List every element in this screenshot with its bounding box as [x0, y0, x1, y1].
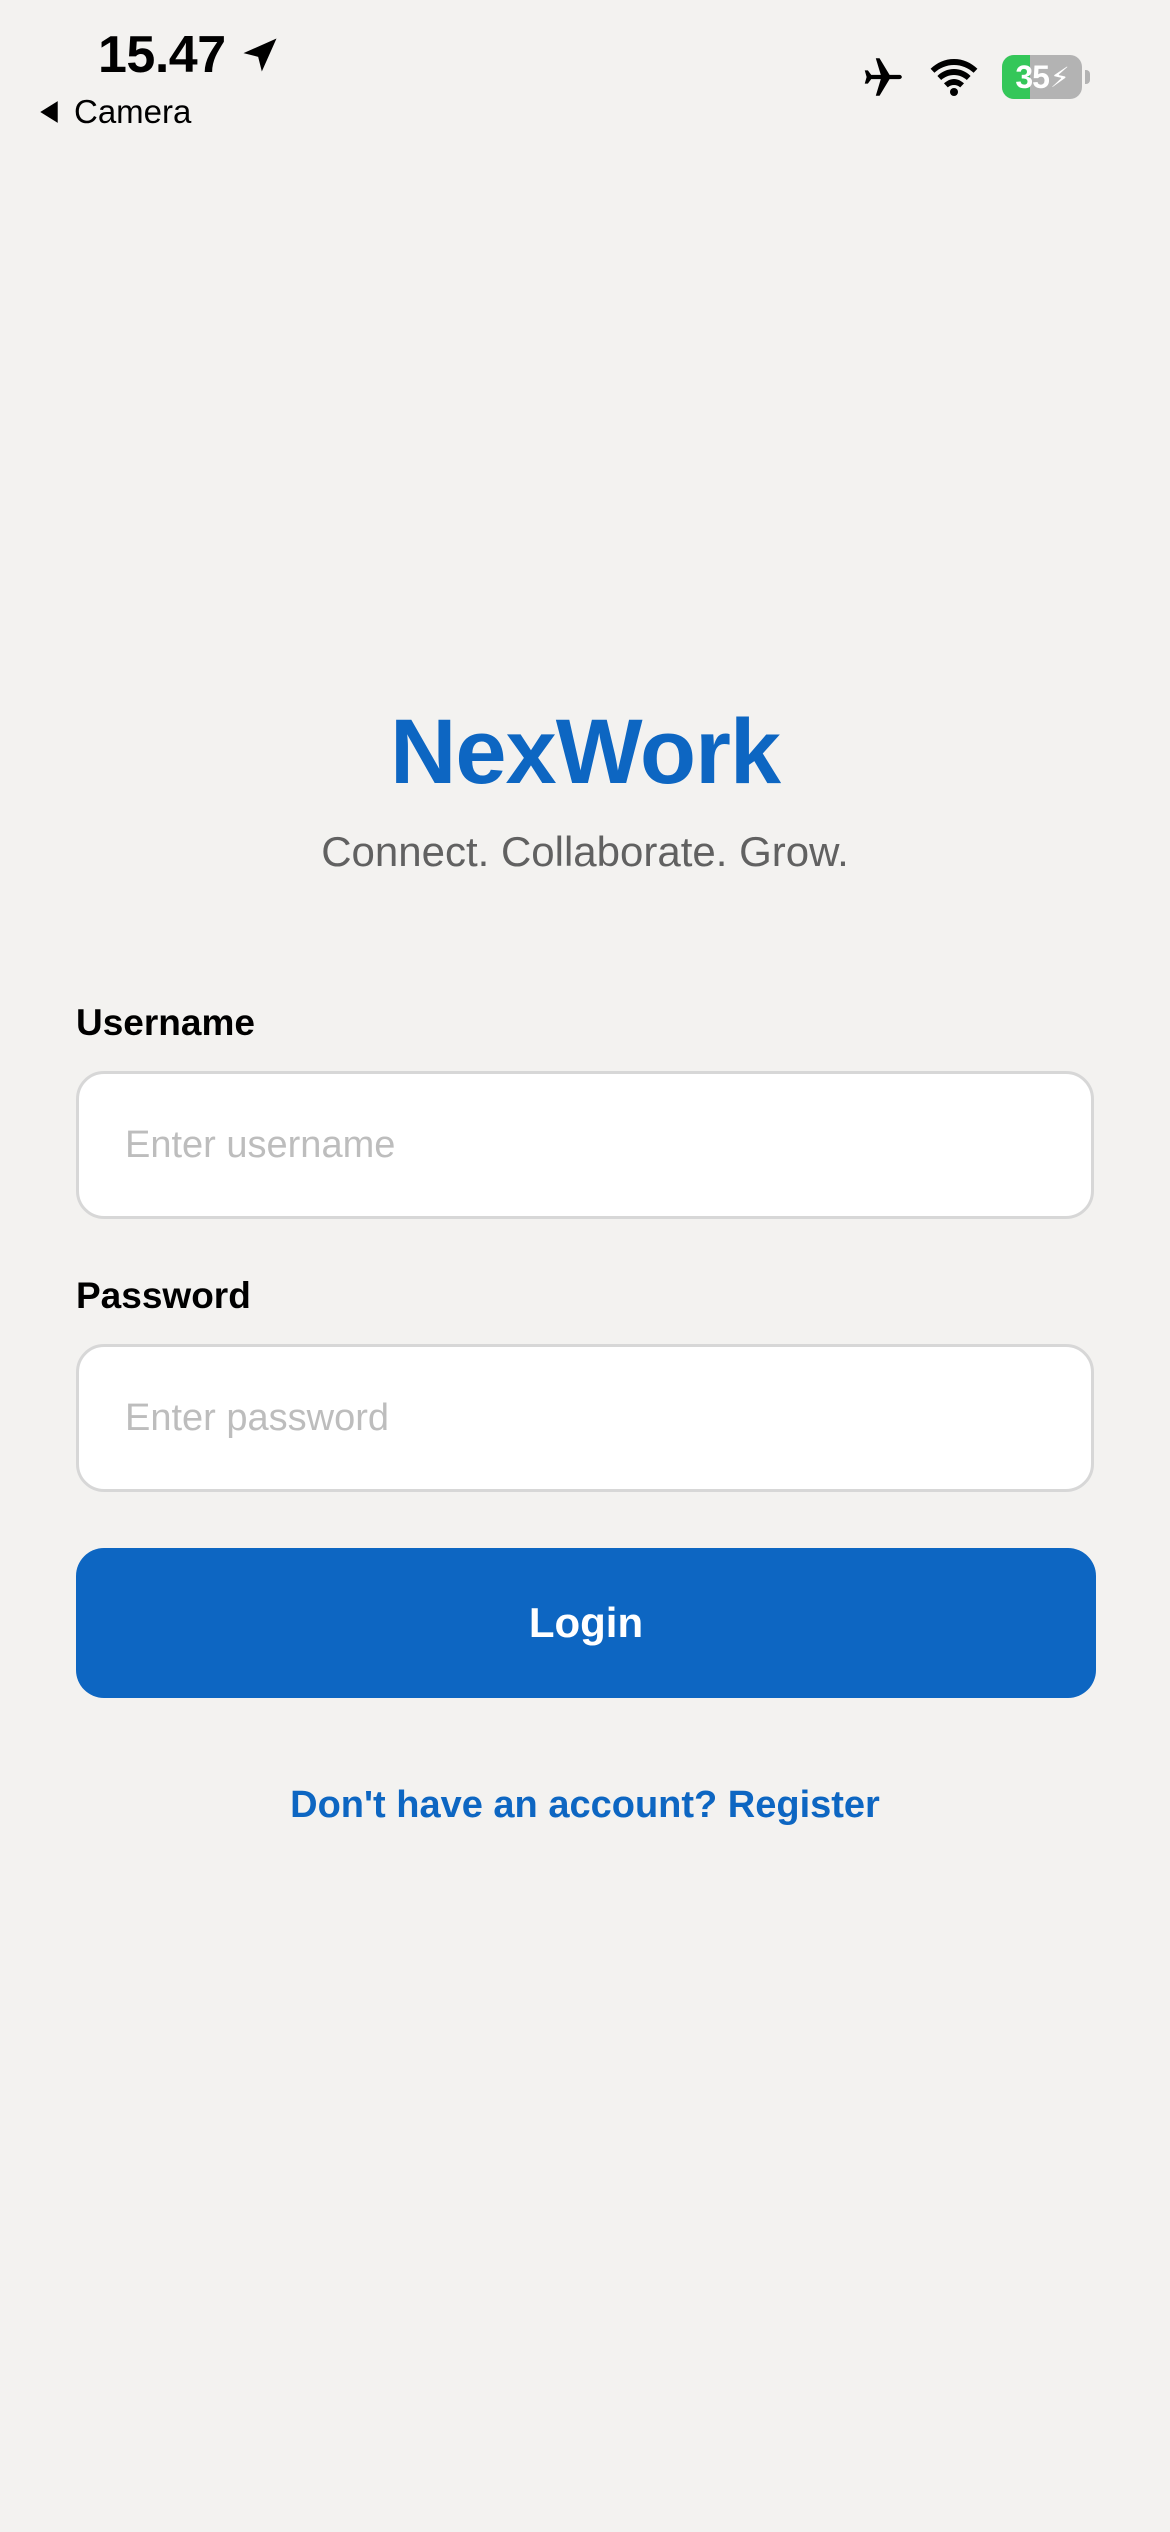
status-icons: 35 ⚡︎ [856, 50, 1090, 104]
username-label: Username [76, 1002, 255, 1043]
register-link[interactable]: Don't have an account? Register [0, 1784, 1170, 1827]
battery-percent: 35 ⚡︎ [1002, 55, 1082, 99]
status-time-text: 15.47 [98, 26, 226, 84]
username-input[interactable] [76, 1071, 1094, 1219]
status-time: 15.47 [98, 22, 282, 88]
back-to-camera[interactable]: Camera [38, 88, 191, 136]
battery-charging-icon: 35 ⚡︎ [1002, 55, 1090, 99]
airplane-mode-icon [864, 58, 902, 96]
app-tagline: Connect. Collaborate. Grow. [321, 828, 849, 875]
password-input[interactable] [76, 1344, 1094, 1492]
battery-percent-text: 35 [1015, 58, 1050, 95]
charging-bolt-icon: ⚡︎ [1049, 61, 1070, 93]
back-triangle-icon [40, 101, 58, 123]
location-arrow-icon [243, 38, 277, 72]
app-title: NexWork [389, 701, 781, 803]
wifi-icon [930, 59, 978, 96]
login-button[interactable]: Login [76, 1548, 1096, 1698]
password-label: Password [76, 1275, 251, 1316]
back-label: Camera [74, 93, 192, 130]
